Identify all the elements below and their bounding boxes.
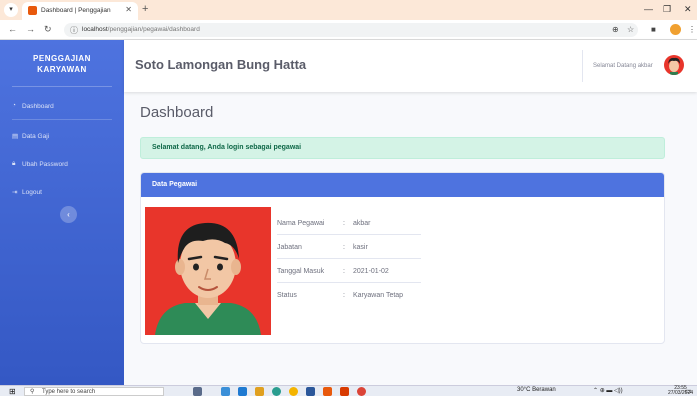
translate-icon[interactable]: ⊕ — [612, 25, 619, 34]
weather-widget[interactable]: 30°C Berawan — [517, 387, 556, 393]
info-row-status: Status : Karyawan Tetap — [277, 283, 421, 307]
explorer-icon[interactable] — [255, 387, 264, 396]
notification-icon[interactable]: ▭ — [685, 387, 692, 395]
window-close-icon[interactable]: ✕ — [684, 4, 692, 15]
user-welcome[interactable]: Selamat Datang akbar — [593, 63, 653, 69]
info-label: Nama Pegawai — [277, 220, 325, 227]
info-value: kasir — [353, 244, 368, 251]
sidebar-brand[interactable]: PENGGAJIAN KARYAWAN — [0, 53, 124, 75]
bookmark-star-icon[interactable]: ☆ — [627, 25, 634, 34]
gauge-icon: ◔ — [12, 102, 16, 109]
windows-start-icon[interactable]: ⊞ — [9, 387, 16, 396]
info-colon: : — [343, 220, 345, 227]
sublime-icon[interactable] — [340, 387, 349, 396]
chrome-icon[interactable] — [289, 387, 298, 396]
xampp-icon[interactable] — [323, 387, 332, 396]
search-placeholder: Type here to search — [42, 389, 96, 395]
browser-tab[interactable]: Dashboard | Penggajian ✕ — [22, 2, 138, 20]
site-info-icon[interactable]: ⓘ — [70, 25, 78, 36]
reload-icon[interactable]: ↻ — [44, 24, 52, 35]
sidebar-toggle-button[interactable]: ‹ — [60, 206, 77, 223]
info-row-jabatan: Jabatan : kasir — [277, 235, 421, 259]
browser-menu-icon[interactable]: ⋮ — [688, 25, 696, 34]
tab-close-icon[interactable]: ✕ — [125, 5, 132, 14]
tab-title: Dashboard | Penggajian — [41, 7, 111, 14]
alert-text: Selamat datang, Anda login sebagai pegaw… — [152, 144, 302, 151]
sidebar-item-label: Logout — [22, 189, 42, 196]
info-label: Tanggal Masuk — [277, 268, 325, 275]
taskbar: ⊞ ⚲ Type here to search 30°C Berawan ⌃ ⊕… — [0, 385, 697, 396]
money-icon: ▤ — [12, 133, 19, 140]
browser-tab-bar: ▾ Dashboard | Penggajian ✕ + — ❐ ✕ — [0, 0, 697, 20]
info-row-nama: Nama Pegawai : akbar — [277, 211, 421, 235]
sidebar-item-label: Data Gaji — [22, 133, 50, 140]
favicon-icon — [28, 6, 37, 15]
info-colon: : — [343, 292, 345, 299]
sidebar-item-logout[interactable]: ⇥ Logout — [0, 186, 124, 200]
profile-avatar-icon[interactable] — [670, 24, 681, 35]
logout-icon: ⇥ — [12, 189, 18, 196]
sidebar-item-data-gaji[interactable]: ▤ Data Gaji — [0, 130, 124, 144]
info-value: Karyawan Tetap — [353, 292, 404, 299]
sidebar-item-label: Ubah Password — [22, 161, 68, 168]
info-label: Status — [277, 292, 297, 299]
new-tab-icon[interactable]: + — [142, 3, 148, 15]
url-text: localhost/penggajian/pegawai/dashboard — [82, 26, 200, 33]
store-icon[interactable] — [221, 387, 230, 396]
card-header: Data Pegawai — [141, 173, 664, 197]
lock-icon: 🔒︎ — [12, 160, 16, 167]
tab-search-icon[interactable]: ▾ — [4, 3, 18, 17]
sidepanel-icon[interactable]: ■ — [651, 25, 656, 34]
sidebar-item-dashboard[interactable]: ◔ Dashboard — [0, 100, 124, 114]
info-colon: : — [343, 244, 345, 251]
minimize-icon[interactable]: — — [644, 4, 653, 14]
card-title: Data Pegawai — [152, 181, 198, 188]
sidebar-divider — [12, 119, 112, 120]
info-value: 2021-01-02 — [353, 268, 389, 275]
topbar-divider — [582, 50, 583, 82]
forward-icon[interactable]: → — [26, 24, 35, 34]
info-colon: : — [343, 268, 345, 275]
edge-icon[interactable] — [272, 387, 281, 396]
url-input[interactable]: ⓘ localhost/penggajian/pegawai/dashboard — [64, 23, 638, 37]
brand-line-1: PENGGAJIAN — [33, 54, 91, 63]
sidebar-divider — [12, 86, 112, 87]
employee-photo — [145, 207, 271, 335]
mail-icon[interactable] — [238, 387, 247, 396]
word-icon[interactable] — [306, 387, 315, 396]
sidebar: PENGGAJIAN KARYAWAN ◔ Dashboard ▤ Data G… — [0, 40, 124, 385]
brand-line-2: KARYAWAN — [37, 65, 87, 74]
chrome-alt-icon[interactable] — [357, 387, 366, 396]
employee-card: Data Pegawai Nama Pegawai : akbar Jabata… — [140, 172, 665, 344]
info-row-tanggal-masuk: Tanggal Masuk : 2021-01-02 — [277, 259, 421, 283]
search-icon: ⚲ — [30, 389, 35, 395]
avatar[interactable] — [664, 55, 684, 75]
maximize-icon[interactable]: ❐ — [663, 4, 671, 15]
info-value: akbar — [353, 220, 371, 227]
page-title: Dashboard — [140, 104, 214, 121]
app-title: Soto Lamongan Bung Hatta — [135, 57, 307, 72]
taskbar-search-input[interactable]: ⚲ Type here to search — [24, 387, 164, 396]
back-icon[interactable]: ← — [8, 24, 17, 34]
sidebar-item-label: Dashboard — [22, 103, 54, 110]
welcome-alert: Selamat datang, Anda login sebagai pegaw… — [140, 137, 665, 159]
system-tray-icons[interactable]: ⌃ ⊕ ▬ ◁)) — [593, 387, 623, 394]
task-view-icon[interactable] — [193, 387, 202, 396]
info-label: Jabatan — [277, 244, 302, 251]
topbar: Soto Lamongan Bung Hatta Selamat Datang … — [124, 40, 697, 92]
address-bar: ← → ↻ ⓘ localhost/penggajian/pegawai/das… — [0, 20, 697, 40]
sidebar-item-ubah-password[interactable]: 🔒︎ Ubah Password — [0, 158, 124, 172]
